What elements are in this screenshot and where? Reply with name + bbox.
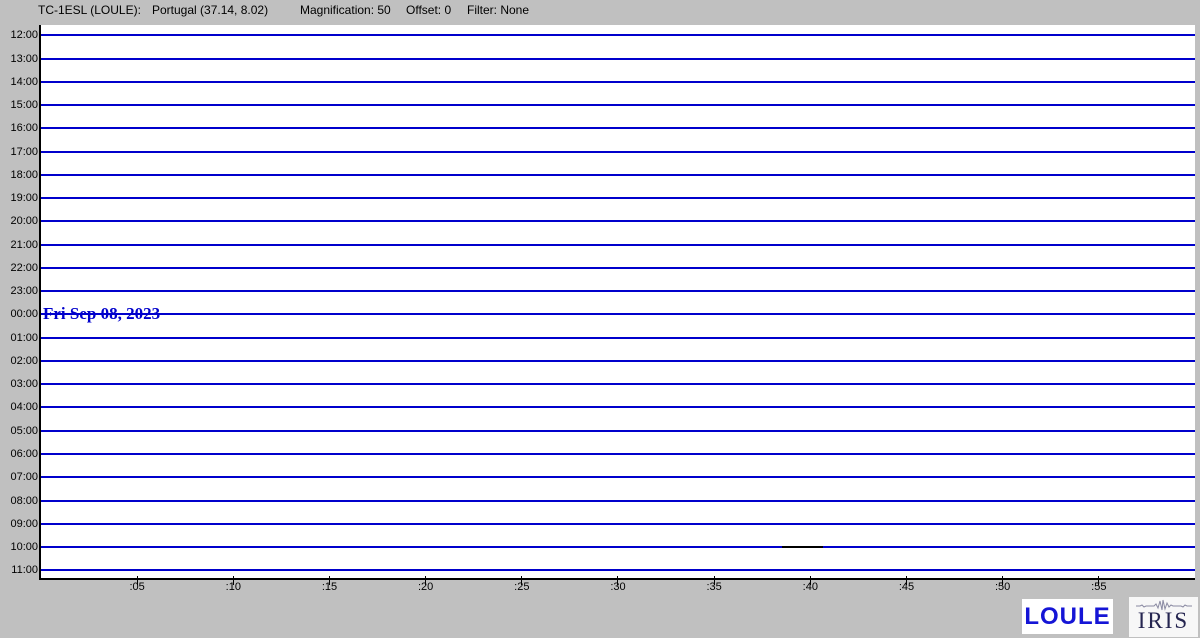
hour-label: 17:00 <box>1 146 38 159</box>
x-axis-label: :55 <box>1079 581 1119 593</box>
hour-label: 12:00 <box>1 29 38 42</box>
trace-row: 19:00 <box>41 197 1195 199</box>
trace-row: 08:00 <box>41 500 1195 502</box>
trace-row: 15:00 <box>41 104 1195 106</box>
trace-row: 17:00 <box>41 151 1195 153</box>
hour-label: 20:00 <box>1 215 38 228</box>
trace-row: 01:00 <box>41 337 1195 339</box>
trace-row: 18:00 <box>41 174 1195 176</box>
hour-label: 19:00 <box>1 192 38 205</box>
hour-label: 15:00 <box>1 99 38 112</box>
trace-row: 06:00 <box>41 453 1195 455</box>
trace-row: 03:00 <box>41 383 1195 385</box>
hour-label: 03:00 <box>1 378 38 391</box>
hour-label: 21:00 <box>1 239 38 252</box>
x-axis-label: :15 <box>309 581 349 593</box>
hour-label: 02:00 <box>1 355 38 368</box>
x-axis-label: :25 <box>502 581 542 593</box>
x-axis-label: :20 <box>406 581 446 593</box>
trace-row: 23:00 <box>41 290 1195 292</box>
date-label: Fri Sep 08, 2023 <box>43 305 160 322</box>
trace-row: 11:00 <box>41 569 1195 571</box>
trace-gap-segment <box>782 546 823 548</box>
hour-label: 09:00 <box>1 518 38 531</box>
trace-row: 04:00 <box>41 406 1195 408</box>
trace-row: 21:00 <box>41 244 1195 246</box>
hour-label: 08:00 <box>1 495 38 508</box>
trace-row: 22:00 <box>41 267 1195 269</box>
hour-label: 14:00 <box>1 76 38 89</box>
station-location-label: Portugal (37.14, 8.02) <box>152 3 268 17</box>
trace-row: 05:00 <box>41 430 1195 432</box>
trace-row: 13:00 <box>41 58 1195 60</box>
helicorder-app-window: { "header": { "station": "TC-1ESL (LOULE… <box>0 0 1200 638</box>
trace-row: 00:00 <box>41 313 1195 315</box>
hour-label: 16:00 <box>1 122 38 135</box>
hour-label: 06:00 <box>1 448 38 461</box>
x-axis-label: :50 <box>983 581 1023 593</box>
trace-row: 09:00 <box>41 523 1195 525</box>
filter-label: Filter: None <box>467 3 529 17</box>
trace-row: 07:00 <box>41 476 1195 478</box>
station-button[interactable]: LOULE <box>1022 599 1113 634</box>
trace-row: 16:00 <box>41 127 1195 129</box>
trace-row: 10:00 <box>41 546 1195 548</box>
x-axis-label: :45 <box>886 581 926 593</box>
x-axis-label: :40 <box>790 581 830 593</box>
x-axis-label: :30 <box>598 581 638 593</box>
trace-row: 20:00 <box>41 220 1195 222</box>
hour-label: 01:00 <box>1 332 38 345</box>
x-axis-label: :05 <box>117 581 157 593</box>
hour-label: 13:00 <box>1 53 38 66</box>
x-axis-label: :35 <box>694 581 734 593</box>
hour-label: 07:00 <box>1 471 38 484</box>
hour-label: 00:00 <box>1 308 38 321</box>
station-button-label: LOULE <box>1024 603 1110 631</box>
trace-row: 02:00 <box>41 360 1195 362</box>
hour-label: 04:00 <box>1 401 38 414</box>
offset-label: Offset: 0 <box>406 3 451 17</box>
hour-label: 23:00 <box>1 285 38 298</box>
station-id-label: TC-1ESL (LOULE): <box>38 3 141 17</box>
hour-label: 18:00 <box>1 169 38 182</box>
trace-row: 12:00 <box>41 34 1195 36</box>
magnification-label: Magnification: 50 <box>300 3 391 17</box>
trace-row: 14:00 <box>41 81 1195 83</box>
hour-label: 10:00 <box>1 541 38 554</box>
hour-label: 22:00 <box>1 262 38 275</box>
hour-label: 11:00 <box>1 564 38 577</box>
iris-logo[interactable]: IRIS <box>1129 597 1198 637</box>
hour-label: 05:00 <box>1 425 38 438</box>
helicorder-plot[interactable]: 12:00 13:00 14:00 15:00 16:00 17:00 18:0… <box>39 25 1195 580</box>
iris-logo-text: IRIS <box>1138 609 1189 633</box>
x-axis-label: :10 <box>213 581 253 593</box>
